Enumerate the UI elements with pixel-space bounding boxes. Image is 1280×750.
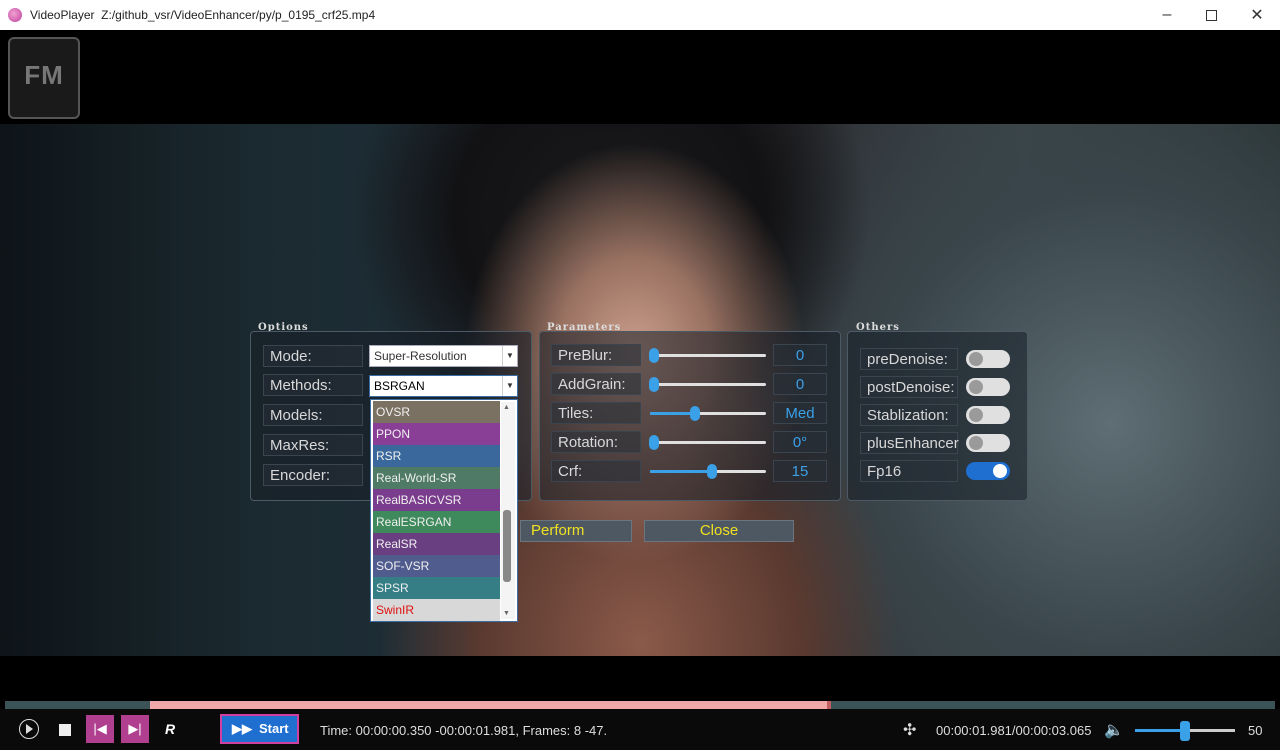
toggle-switch[interactable] <box>966 434 1010 452</box>
parameter-value[interactable]: 0 <box>773 373 827 395</box>
toggle-switch[interactable] <box>966 406 1010 424</box>
toggle-switch[interactable] <box>966 350 1010 368</box>
maxres-label: MaxRes: <box>263 434 363 456</box>
time-frames-info: Time: 00:00:00.350 -00:00:01.981, Frames… <box>320 723 608 738</box>
maximize-icon[interactable] <box>1188 0 1234 30</box>
volume-slider[interactable] <box>1135 721 1235 741</box>
toggle-knob <box>969 408 983 422</box>
toggle-knob <box>993 464 1007 478</box>
volume-slider-handle[interactable] <box>1180 721 1190 741</box>
satellite-icon[interactable]: ✣ <box>903 720 916 740</box>
start-button[interactable]: ▶▶ Start <box>220 714 299 744</box>
parameter-value[interactable]: Med <box>773 402 827 424</box>
app-icon <box>8 8 22 22</box>
toggle-label: Fp16 <box>860 460 958 482</box>
seek-bar-handle[interactable] <box>827 701 831 709</box>
seek-bar-played <box>150 701 829 709</box>
mode-select[interactable]: Super-Resolution ▼ <box>369 345 518 367</box>
chevron-down-icon: ▼ <box>502 346 517 366</box>
dropdown-option[interactable]: RealBASICVSR <box>373 489 500 511</box>
slider-handle[interactable] <box>649 435 659 450</box>
dropdown-option[interactable]: SwinIR <box>373 599 500 621</box>
slider-handle[interactable] <box>689 406 700 421</box>
parameter-slider[interactable] <box>650 406 766 421</box>
window-title: VideoPlayer Z:/github_vsr/VideoEnhancer/… <box>30 8 376 22</box>
close-icon[interactable]: ✕ <box>1234 0 1280 30</box>
dropdown-option[interactable]: RealSR <box>373 533 500 555</box>
toggle-knob <box>969 380 983 394</box>
parameter-label: Rotation: <box>551 431 641 453</box>
slider-handle[interactable] <box>707 464 717 479</box>
parameter-value[interactable]: 0 <box>773 344 827 366</box>
next-button[interactable]: ▶| <box>121 715 149 743</box>
dropdown-option[interactable]: PPON <box>373 423 500 445</box>
dropdown-option[interactable]: SPSR <box>373 577 500 599</box>
play-icon[interactable] <box>19 719 39 739</box>
parameter-value[interactable]: 0° <box>773 431 827 453</box>
methods-dropdown-list[interactable]: OVSR PPON RSR Real-World-SR RealBASICVSR Real… <box>370 399 518 622</box>
perform-button[interactable]: Perform <box>520 520 632 542</box>
seek-bar[interactable] <box>5 701 1275 709</box>
slider-handle[interactable] <box>649 348 659 363</box>
title-bar: VideoPlayer Z:/github_vsr/VideoEnhancer/… <box>0 0 1280 30</box>
parameter-value[interactable]: 15 <box>773 460 827 482</box>
stop-icon[interactable] <box>59 724 71 736</box>
parameter-slider[interactable] <box>649 348 766 363</box>
close-button[interactable]: Close <box>644 520 794 542</box>
dropdown-option[interactable]: OVSR <box>373 401 500 423</box>
dropdown-option[interactable]: RSR <box>373 445 500 467</box>
dropdown-scrollbar[interactable]: ▲ ▼ <box>501 402 515 619</box>
slider-handle[interactable] <box>649 377 659 392</box>
volume-icon[interactable]: 🔈 <box>1104 720 1124 740</box>
methods-label: Methods: <box>263 374 363 396</box>
fast-forward-icon: ▶▶ <box>232 721 252 736</box>
scroll-down-icon[interactable]: ▼ <box>503 610 510 617</box>
chevron-down-icon: ▼ <box>502 376 517 396</box>
toggle-switch[interactable] <box>966 462 1010 480</box>
toggle-label: preDenoise: <box>860 348 958 370</box>
parameter-label: PreBlur: <box>551 344 641 366</box>
dropdown-option[interactable]: Real-World-SR <box>373 467 500 489</box>
parameter-label: Tiles: <box>551 402 641 424</box>
player-controls: |◀ ▶| R ▶▶ Start Time: 00:00:00.350 -00:… <box>0 709 1280 750</box>
toggle-label: Stablization: <box>860 404 958 426</box>
position-time: 00:00:01.981/00:00:03.065 <box>936 723 1092 738</box>
methods-select[interactable]: BSRGAN ▼ <box>369 375 518 397</box>
parameter-label: AddGrain: <box>551 373 641 395</box>
parameter-slider[interactable] <box>649 435 766 450</box>
parameter-slider[interactable] <box>649 377 766 392</box>
volume-value: 50 <box>1248 723 1263 738</box>
parameter-label: Crf: <box>551 460 641 482</box>
r-button[interactable]: R <box>165 721 175 737</box>
scrollbar-thumb[interactable] <box>503 510 511 582</box>
previous-button[interactable]: |◀ <box>86 715 114 743</box>
slider-fill <box>650 470 708 473</box>
scroll-up-icon[interactable]: ▲ <box>503 404 510 411</box>
mode-label: Mode: <box>263 345 363 367</box>
skip-forward-icon: ▶| <box>128 721 142 736</box>
toggle-switch[interactable] <box>966 378 1010 396</box>
parameter-slider[interactable] <box>650 464 766 479</box>
skip-back-icon: |◀ <box>93 721 107 736</box>
toggle-knob <box>969 352 983 366</box>
dropdown-option[interactable]: SOF-VSR <box>373 555 500 577</box>
models-label: Models: <box>263 404 363 426</box>
channel-logo: FM <box>8 37 80 119</box>
minimize-icon[interactable]: – <box>1144 0 1190 30</box>
toggle-label: plusEnhancer <box>860 432 959 454</box>
dropdown-option[interactable]: RealESRGAN <box>373 511 500 533</box>
toggle-label: postDenoise: <box>860 376 958 398</box>
toggle-knob <box>969 436 983 450</box>
slider-fill <box>650 412 691 415</box>
encoder-label: Encoder: <box>263 464 363 486</box>
